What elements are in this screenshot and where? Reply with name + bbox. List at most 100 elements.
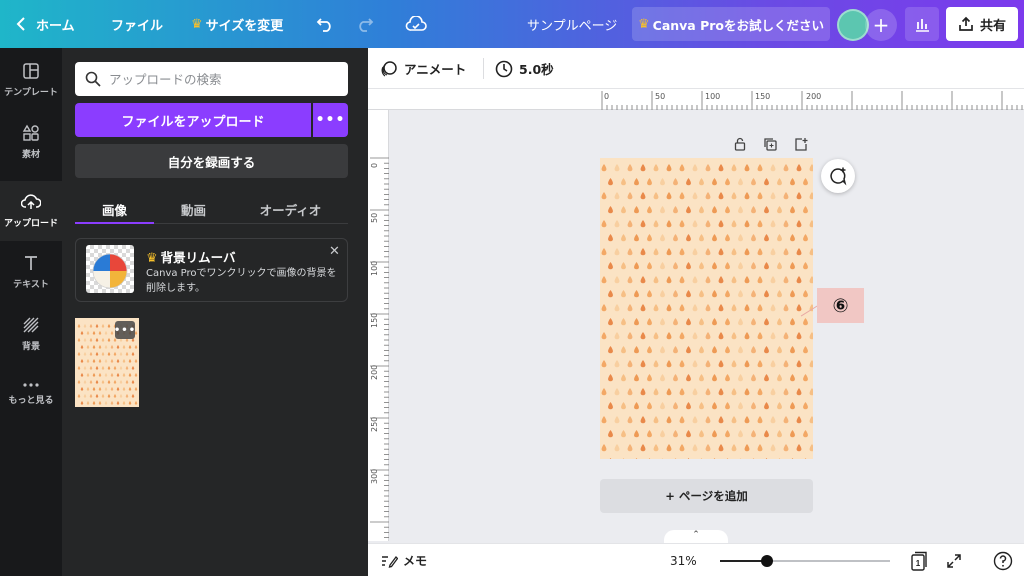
record-yourself-button[interactable]: 自分を録画する [75,144,348,178]
undo-button[interactable] [316,0,334,48]
bottom-bar: メモ 31% 1 [368,543,1024,576]
cloud-save-status[interactable] [405,0,427,48]
uploaded-image-thumbnail[interactable]: ••• [75,318,139,407]
redo-button[interactable] [356,0,374,48]
beach-ball-icon [92,253,128,289]
text-icon [25,256,37,270]
lock-icon [734,137,746,151]
notes-button[interactable]: メモ [381,544,427,576]
rail-item-text[interactable]: テキスト [0,242,62,302]
redo-icon [359,18,374,32]
resize-label: サイズを変更 [205,18,284,34]
duplicate-page-button[interactable] [760,134,780,154]
promo-title: ♛ 背景リムーバ [146,247,236,266]
upload-options-button[interactable]: ••• [313,103,348,137]
search-box[interactable] [75,62,348,96]
home-label: ホーム [36,18,75,34]
uploads-panel: ファイルをアップロード ••• 自分を録画する 画像 動画 オーディオ ♛背景リ… [62,48,368,576]
zoom-slider-fill [720,560,768,562]
clock-icon [495,60,513,77]
tab-audio[interactable]: オーディオ [233,194,348,224]
upload-files-label: ファイルをアップロード [121,114,265,130]
tab-label: 画像 [101,202,127,218]
show-pages-toggle[interactable]: ⌃ [664,530,728,544]
add-comment-button[interactable] [821,159,855,193]
invite-button[interactable]: + [865,9,897,41]
ruler-label: 50 [370,212,379,223]
zoom-slider[interactable] [720,555,890,567]
editor-toolbar: アニメート 5.0秒 [368,48,1024,89]
search-icon [85,71,101,87]
animate-icon [381,60,397,76]
background-remover-promo[interactable]: ♛ 背景リムーバ Canva Proでワンクリックで画像の背景を削除します。 ✕ [75,238,348,302]
design-page[interactable] [600,158,813,459]
pencil-notes-icon [382,556,398,568]
search-input[interactable] [109,71,329,87]
more-icon [23,383,39,387]
thumbnail-options-button[interactable]: ••• [114,321,135,339]
rail-item-templates[interactable]: テンプレート [0,50,62,110]
ruler-label: 100 [705,92,721,101]
chevron-up-icon: ⌃ [692,530,700,540]
home-button[interactable]: ホーム [16,0,75,48]
rail-label: アップロード [3,219,58,229]
rail-label: 素材 [21,150,40,160]
help-icon [993,551,1013,570]
fullscreen-button[interactable] [946,544,962,576]
tab-videos[interactable]: 動画 [154,194,233,224]
bar-chart-icon [916,19,929,32]
help-button[interactable] [993,544,1013,576]
page-count: 1 [916,559,921,568]
page-count-button[interactable]: 1 [910,544,928,576]
undo-icon [316,18,331,32]
ruler-label: 200 [806,92,822,101]
share-label: 共有 [979,18,1006,34]
ruler-label: 0 [370,162,379,168]
elements-icon [22,124,39,141]
crown-icon: ♛ [146,251,158,266]
plus-icon: + [872,13,890,37]
rail-item-more[interactable]: もっと見る [0,364,62,424]
tab-label: オーディオ [259,202,322,218]
duration-button[interactable]: 5.0秒 [495,48,554,89]
rail-item-elements[interactable]: 素材 [0,112,62,172]
zoom-slider-handle[interactable] [761,555,774,567]
zoom-percentage[interactable]: 31% [670,544,697,576]
file-label: ファイル [111,18,164,34]
resize-button[interactable]: ♛ サイズを変更 [191,0,283,48]
doc-title-label: サンプルページ [527,18,618,34]
upload-cloud-icon [21,194,41,209]
insights-button[interactable] [905,7,939,41]
rail-item-uploads[interactable]: アップロード [0,181,62,241]
zoom-label: 31% [670,553,697,568]
promo-description: Canva Proでワンクリックで画像の背景を削除します。 [146,268,337,294]
add-page-icon-button[interactable] [791,134,811,154]
animate-label: アニメート [404,62,467,77]
add-page-label: + ページを追加 [665,489,748,503]
tab-images[interactable]: 画像 [75,194,154,224]
document-title[interactable]: サンプルページ [527,0,617,48]
pages-icon: 1 [911,551,927,571]
add-page-button[interactable]: + ページを追加 [600,479,813,513]
vertical-ruler: 0 50 100 150 200 250 300 [368,110,389,541]
rail-label: もっと見る [8,396,54,406]
crown-icon: ♛ [191,16,203,32]
lock-button[interactable] [730,134,750,154]
rail-item-background[interactable]: 背景 [0,304,62,364]
close-icon[interactable]: ✕ [329,244,340,259]
notes-label: メモ [403,554,428,568]
background-icon [23,317,39,333]
file-menu[interactable]: ファイル [111,0,163,48]
comment-add-icon [830,167,847,186]
try-pro-label: Canva Proをお試しください [652,17,824,33]
share-button[interactable]: 共有 [946,7,1018,41]
try-pro-button[interactable]: ♛ Canva Proをお試しください [632,7,830,41]
rail-label: 背景 [21,342,40,352]
ruler-label: 150 [370,312,379,328]
ruler-label: 0 [604,92,610,101]
cloud-check-icon [405,16,427,31]
upload-files-button[interactable]: ファイルをアップロード [75,103,311,137]
ruler-label: 100 [370,260,379,276]
animate-button[interactable]: アニメート [380,48,466,89]
ellipsis-icon: ••• [315,112,346,128]
